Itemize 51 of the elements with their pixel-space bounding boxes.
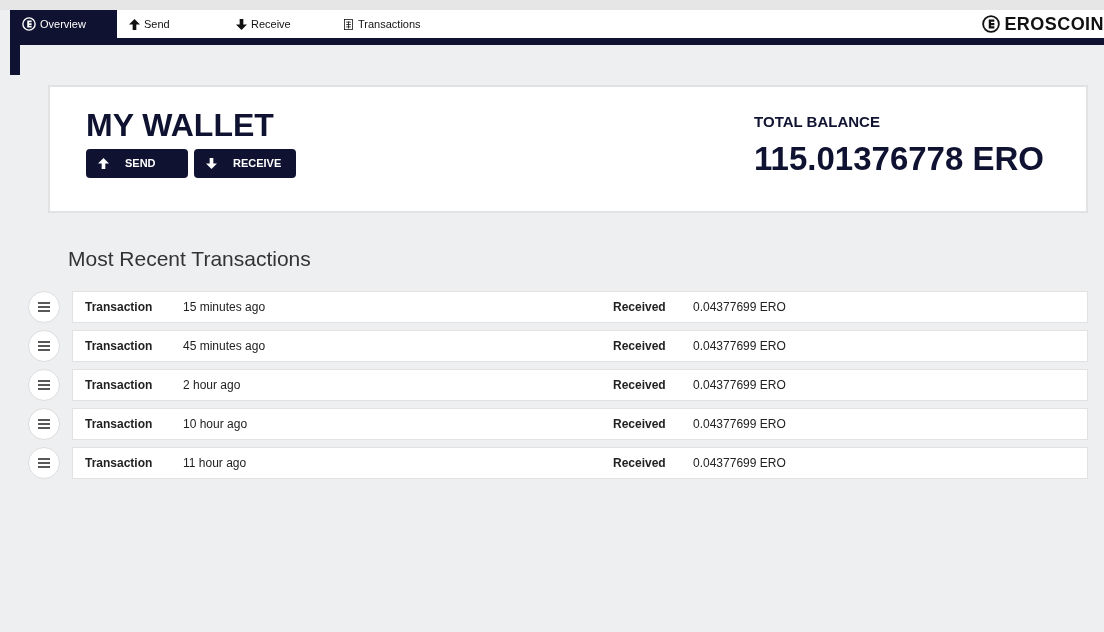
transaction-type: Transaction <box>84 298 154 316</box>
transaction-row[interactable]: Transaction 2 hour ago Received 0.04377699 ERO <box>72 368 1088 401</box>
transaction-type: Transaction <box>84 376 154 394</box>
arrow-up-icon <box>129 18 140 30</box>
transaction-row[interactable]: Transaction 45 minutes ago Received 0.04377699 ERO <box>72 329 1088 362</box>
transaction-amount: 0.04377699 ERO <box>693 298 786 316</box>
transaction-status: Received <box>613 337 667 355</box>
menu-button[interactable] <box>28 446 60 479</box>
side-accent-bar <box>10 45 20 75</box>
transaction-row[interactable]: Transaction 11 hour ago Received 0.04377699 ERO <box>72 446 1088 479</box>
arrow-down-icon <box>206 158 217 169</box>
menu-button[interactable] <box>28 368 60 401</box>
transaction-time: 11 hour ago <box>183 454 248 472</box>
balance-label: TOTAL BALANCE <box>754 112 881 132</box>
receive-button[interactable]: RECEIVE <box>194 149 296 178</box>
transaction-status: Received <box>613 376 667 394</box>
menu-button[interactable] <box>28 329 60 362</box>
transaction-amount: 0.04377699 ERO <box>693 454 786 472</box>
nav-tab[interactable]: Overview <box>10 10 117 38</box>
transaction-status: Received <box>613 415 667 433</box>
balance-amount: 115.01376778 ERO <box>754 141 1044 175</box>
transaction-type: Transaction <box>84 454 154 472</box>
transaction-status: Received <box>613 298 667 316</box>
transaction-status: Received <box>613 454 667 472</box>
transaction-time: 15 minutes ago <box>183 298 267 316</box>
transaction-time: 2 hour ago <box>183 376 242 394</box>
menu-icon <box>38 418 50 429</box>
transaction-time: 10 hour ago <box>183 415 249 433</box>
transaction-type: Transaction <box>84 337 154 355</box>
menu-icon <box>38 340 50 351</box>
menu-icon <box>38 301 50 312</box>
arrow-up-icon <box>98 158 109 169</box>
transaction-time: 45 minutes ago <box>183 337 267 355</box>
brand-name: EROSCOIN <box>1004 12 1104 36</box>
transaction-amount: 0.04377699 ERO <box>693 415 786 433</box>
menu-icon <box>38 457 50 468</box>
transaction-amount: 0.04377699 ERO <box>693 337 786 355</box>
send-button[interactable]: SEND <box>86 149 188 178</box>
document-icon <box>343 18 354 30</box>
transaction-amount: 0.04377699 ERO <box>693 376 786 394</box>
wallet-title: MY WALLET <box>86 109 275 141</box>
arrow-down-icon <box>236 18 247 30</box>
section-heading: Most Recent Transactions <box>68 246 312 272</box>
coin-logo-icon <box>22 17 36 31</box>
brand-logo-icon <box>982 15 1001 33</box>
transaction-type: Transaction <box>84 415 154 433</box>
transaction-row[interactable]: Transaction 15 minutes ago Received 0.04377699 ERO <box>72 290 1088 323</box>
menu-button[interactable] <box>28 290 60 323</box>
transaction-row[interactable]: Transaction 10 hour ago Received 0.04377699 ERO <box>72 407 1088 440</box>
menu-button[interactable] <box>28 407 60 440</box>
menu-icon <box>38 379 50 390</box>
